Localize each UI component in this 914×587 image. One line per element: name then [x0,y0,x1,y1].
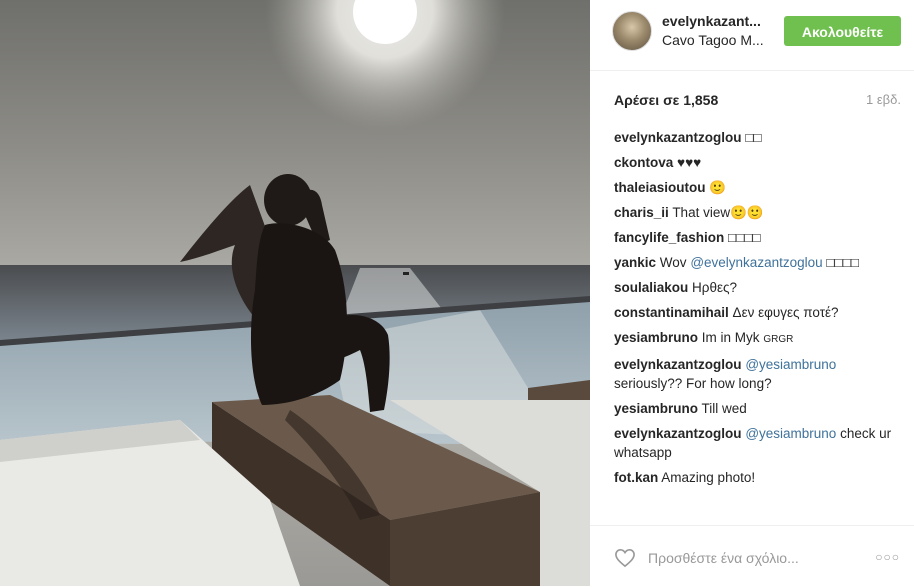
comment-mention[interactable]: @yesiambruno [745,357,836,372]
comment-list: evelynkazantzoglou □□ ckontova ♥♥♥ thale… [614,128,904,493]
comment-item: evelynkazantzoglou @yesiambruno check ur… [614,424,904,462]
comment-text: □□□□ [728,230,761,245]
comment-item: fot.kan Amazing photo! [614,468,904,487]
comment-item: evelynkazantzoglou @yesiambruno seriousl… [614,355,904,393]
comment-text: □□ [745,130,762,145]
comment-text: Ηρθες? [692,280,738,295]
comment-mention[interactable]: @evelynkazantzoglou [690,255,822,270]
comment-text: Im in Myk [701,330,760,345]
comment-text-after: □□□□ [826,255,860,270]
add-comment-input[interactable] [648,548,848,568]
comment-text: Δεν εφυγες ποτέ? [732,305,839,320]
photo-illustration [0,0,590,586]
post-timestamp[interactable]: 1 εβδ. [866,92,901,107]
likes-count[interactable]: Αρέσει σε 1,858 [614,92,718,108]
comment-footer: ○○○ [590,525,914,587]
following-button[interactable]: Ακολουθείτε [784,16,901,46]
comment-item: yesiambruno Im in Myk GRGR [614,328,904,349]
comment-text: ♥♥♥ [677,155,702,170]
comment-item: yesiambruno Till wed [614,399,904,418]
comment-username[interactable]: evelynkazantzoglou [614,357,742,372]
author-username[interactable]: evelynkazant... [662,13,761,29]
comment-username[interactable]: yesiambruno [614,330,698,345]
comment-username[interactable]: fancylife_fashion [614,230,724,245]
comment-text: Till wed [701,401,747,416]
comment-item: soulaliakou Ηρθες? [614,278,904,297]
comment-text: Amazing photo! [661,470,756,485]
comment-username[interactable]: charis_ii [614,205,669,220]
instagram-post-view: evelynkazant... Cavo Tagoo M... Ακολουθε… [0,0,914,586]
comment-item: fancylife_fashion □□□□ [614,228,904,247]
comment-item: constantinamihail Δεν εφυγες ποτέ? [614,303,904,322]
comment-item: yankic Wov @evelynkazantzoglou □□□□ [614,253,904,272]
comment-item: ckontova ♥♥♥ [614,153,904,172]
comment-username[interactable]: yankic [614,255,656,270]
post-sidebar: evelynkazant... Cavo Tagoo M... Ακολουθε… [590,0,914,586]
comment-username[interactable]: thaleiasioutou [614,180,706,195]
comment-username[interactable]: evelynkazantzoglou [614,426,742,441]
comment-username[interactable]: fot.kan [614,470,658,485]
comment-text-after: GRGR [763,334,794,345]
comment-username[interactable]: yesiambruno [614,401,698,416]
comment-username[interactable]: evelynkazantzoglou [614,130,742,145]
comment-text: That view🙂🙂 [672,205,764,220]
comment-item: charis_ii That view🙂🙂 [614,203,904,222]
post-header: evelynkazant... Cavo Tagoo M... Ακολουθε… [590,0,914,71]
comment-text: 🙂 [709,180,727,195]
post-photo[interactable] [0,0,590,586]
comment-username[interactable]: ckontova [614,155,673,170]
comment-username[interactable]: soulaliakou [614,280,688,295]
comment-mention[interactable]: @yesiambruno [745,426,836,441]
comment-username[interactable]: constantinamihail [614,305,729,320]
comment-item: thaleiasioutou 🙂 [614,178,904,197]
comment-item: evelynkazantzoglou □□ [614,128,904,147]
ellipsis-icon[interactable]: ○○○ [875,550,900,564]
heart-outline-icon[interactable] [614,548,636,568]
post-location[interactable]: Cavo Tagoo M... [662,32,764,48]
author-avatar[interactable] [612,11,652,51]
comment-text-after: seriously?? For how long? [614,376,772,391]
comment-text: Wov [659,255,687,270]
